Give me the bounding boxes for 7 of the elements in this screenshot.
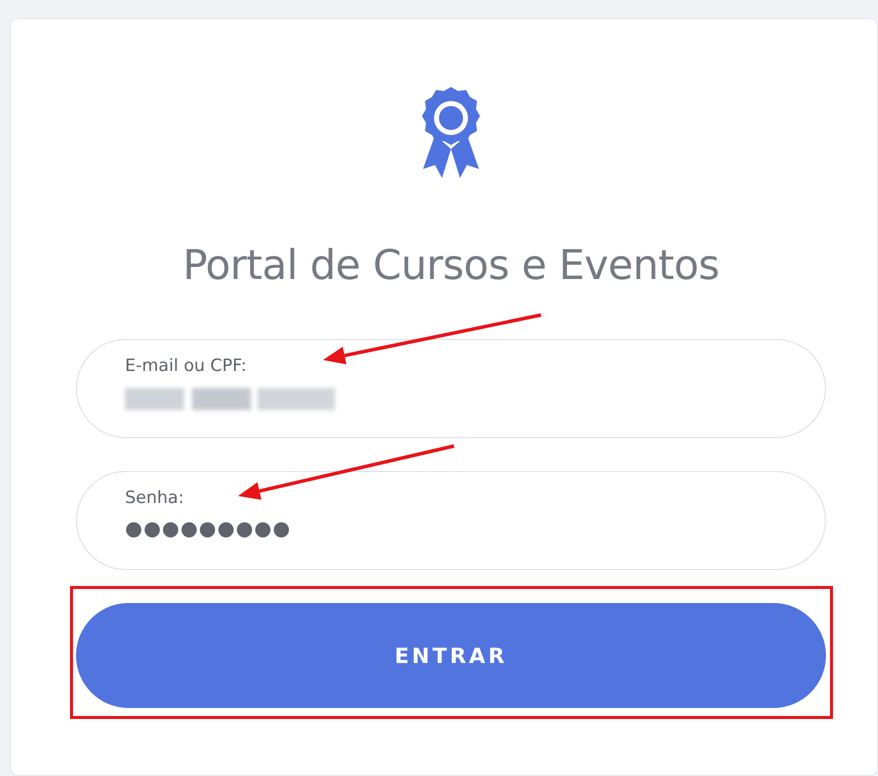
field-label: E-mail ou CPF: (125, 356, 248, 376)
input-field[interactable]: Senha: ●●●●●●●●● (76, 471, 826, 570)
field-value: ●●●●●●●●● (125, 516, 292, 540)
portal-title: Portal de Cursos e Eventos (182, 241, 720, 289)
input-field[interactable]: E-mail ou CPF: (76, 339, 826, 438)
field-label: Senha: (125, 488, 185, 508)
login-button[interactable]: ENTRAR (76, 603, 826, 708)
